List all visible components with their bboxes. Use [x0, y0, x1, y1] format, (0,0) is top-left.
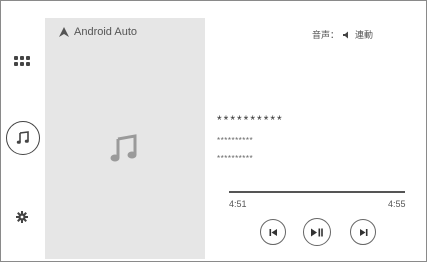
total-time: 4:55 — [388, 199, 406, 209]
play-pause-button[interactable] — [303, 218, 331, 246]
settings-button[interactable] — [6, 201, 38, 233]
next-button[interactable] — [350, 219, 376, 245]
android-auto-logo-icon — [59, 27, 69, 37]
audio-source[interactable]: 音声： 連動 — [312, 28, 373, 41]
music-note-icon — [110, 134, 137, 162]
speaker-icon — [343, 31, 349, 38]
music-note-icon — [16, 131, 29, 144]
grid-icon — [14, 56, 30, 66]
track-album: ********** — [217, 154, 254, 163]
elapsed-time: 4:51 — [229, 199, 247, 209]
app-header: Android Auto — [59, 26, 137, 38]
previous-track-icon — [269, 228, 277, 236]
play-pause-icon — [311, 228, 323, 236]
media-button[interactable] — [6, 121, 40, 155]
progress-bar[interactable] — [229, 191, 405, 193]
sidebar — [1, 1, 44, 259]
gear-icon — [16, 211, 28, 223]
previous-button[interactable] — [260, 219, 286, 245]
track-artist: ********** — [217, 136, 254, 145]
apps-button[interactable] — [6, 45, 38, 77]
album-art-panel — [45, 18, 205, 259]
app-title: Android Auto — [74, 26, 137, 38]
next-track-icon — [359, 228, 367, 236]
audio-source-label: 音声： — [312, 30, 340, 40]
track-title: ********** — [217, 113, 284, 127]
audio-source-value: 連動 — [355, 30, 374, 40]
